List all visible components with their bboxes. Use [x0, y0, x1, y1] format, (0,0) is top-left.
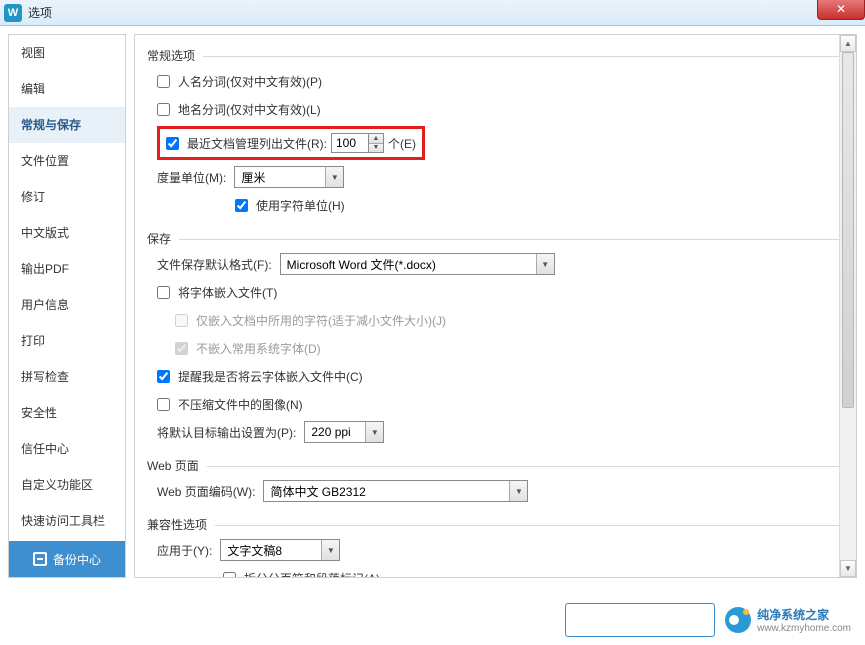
- window-titlebar: W 选项 ✕: [0, 0, 865, 26]
- sidebar: 视图 编辑 常规与保存 文件位置 修订 中文版式 输出PDF 用户信息 打印 拼…: [8, 34, 126, 578]
- spinner-up-icon[interactable]: ▲: [369, 134, 383, 144]
- label-target-output: 将默认目标输出设置为(P):: [157, 424, 296, 441]
- sidebar-item-file-location[interactable]: 文件位置: [9, 143, 125, 179]
- ok-button[interactable]: [565, 603, 715, 637]
- checkbox-split-marks[interactable]: [223, 572, 236, 578]
- select-apply-to[interactable]: 文字文稿8 ▼: [220, 539, 340, 561]
- label-place-seg[interactable]: 地名分词(仅对中文有效)(L): [178, 101, 321, 118]
- label-remind-cloud[interactable]: 提醒我是否将云字体嵌入文件中(C): [178, 368, 363, 385]
- section-save-title: 保存: [147, 232, 179, 246]
- scroll-track[interactable]: [840, 52, 856, 560]
- section-compat: 兼容性选项 应用于(Y): 文字文稿8 ▼ 拆分分页符和段落标记(A): [147, 516, 840, 577]
- watermark-logo-icon: [725, 607, 751, 633]
- select-target-output[interactable]: 220 ppi ▼: [304, 421, 384, 443]
- label-measure-unit: 度量单位(M):: [157, 169, 226, 186]
- section-web: Web 页面 Web 页面编码(W): 简体中文 GB2312 ▼: [147, 457, 840, 502]
- chevron-down-icon: ▼: [325, 167, 343, 187]
- label-recent-docs-unit: 个(E): [388, 135, 416, 152]
- checkbox-no-embed-sys: [175, 342, 188, 355]
- sidebar-item-security[interactable]: 安全性: [9, 395, 125, 431]
- select-measure-unit-value: 厘米: [235, 169, 325, 186]
- label-embed-only-used: 仅嵌入文档中所用的字符(适于减小文件大小)(J): [196, 312, 446, 329]
- sidebar-item-general-save[interactable]: 常规与保存: [9, 107, 125, 143]
- label-web-encoding: Web 页面编码(W):: [157, 483, 255, 500]
- sidebar-item-customize-ribbon[interactable]: 自定义功能区: [9, 467, 125, 503]
- label-char-unit[interactable]: 使用字符单位(H): [256, 197, 345, 214]
- backup-icon: [33, 552, 47, 566]
- chevron-down-icon: ▼: [536, 254, 554, 274]
- sidebar-item-edit[interactable]: 编辑: [9, 71, 125, 107]
- chevron-down-icon: ▼: [321, 540, 339, 560]
- label-name-seg[interactable]: 人名分词(仅对中文有效)(P): [178, 73, 322, 90]
- select-measure-unit[interactable]: 厘米 ▼: [234, 166, 344, 188]
- checkbox-char-unit[interactable]: [235, 199, 248, 212]
- section-general-title: 常规选项: [147, 49, 203, 63]
- window-title: 选项: [28, 4, 52, 21]
- scroll-thumb[interactable]: [842, 52, 854, 408]
- select-web-encoding-value: 简体中文 GB2312: [264, 483, 509, 500]
- chevron-down-icon: ▼: [509, 481, 527, 501]
- section-web-title: Web 页面: [147, 459, 207, 473]
- backup-label: 备份中心: [53, 551, 101, 568]
- select-apply-to-value: 文字文稿8: [221, 542, 321, 559]
- spinner-down-icon[interactable]: ▼: [369, 144, 383, 153]
- sidebar-item-trust-center[interactable]: 信任中心: [9, 431, 125, 467]
- label-split-marks[interactable]: 拆分分页符和段落标记(A): [244, 570, 380, 578]
- select-default-format-value: Microsoft Word 文件(*.docx): [281, 256, 536, 273]
- scroll-down-button[interactable]: ▼: [840, 560, 856, 577]
- checkbox-embed-only-used: [175, 314, 188, 327]
- backup-center-button[interactable]: 备份中心: [9, 541, 125, 577]
- watermark: 纯净系统之家 www.kzmyhome.com: [725, 606, 851, 634]
- watermark-url: www.kzmyhome.com: [757, 623, 851, 634]
- select-web-encoding[interactable]: 简体中文 GB2312 ▼: [263, 480, 528, 502]
- app-icon: W: [4, 4, 22, 22]
- select-target-output-value: 220 ppi: [305, 425, 365, 439]
- select-default-format[interactable]: Microsoft Word 文件(*.docx) ▼: [280, 253, 555, 275]
- chevron-down-icon: ▼: [365, 422, 383, 442]
- watermark-brand: 纯净系统之家: [757, 608, 829, 622]
- label-default-format: 文件保存默认格式(F):: [157, 256, 272, 273]
- sidebar-item-revision[interactable]: 修订: [9, 179, 125, 215]
- label-no-embed-sys: 不嵌入常用系统字体(D): [196, 340, 321, 357]
- close-button[interactable]: ✕: [817, 0, 865, 20]
- checkbox-name-seg[interactable]: [157, 75, 170, 88]
- sidebar-item-chinese-layout[interactable]: 中文版式: [9, 215, 125, 251]
- sidebar-item-output-pdf[interactable]: 输出PDF: [9, 251, 125, 287]
- input-recent-docs[interactable]: [332, 134, 368, 152]
- footer: 纯净系统之家 www.kzmyhome.com: [565, 603, 851, 637]
- checkbox-recent-docs[interactable]: [166, 137, 179, 150]
- content-panel: 常规选项 人名分词(仅对中文有效)(P) 地名分词(仅对中文有效)(L) 最近文…: [134, 34, 857, 578]
- label-no-compress-img[interactable]: 不压缩文件中的图像(N): [178, 396, 303, 413]
- label-embed-fonts[interactable]: 将字体嵌入文件(T): [178, 284, 277, 301]
- sidebar-item-user-info[interactable]: 用户信息: [9, 287, 125, 323]
- label-apply-to: 应用于(Y):: [157, 542, 212, 559]
- checkbox-embed-fonts[interactable]: [157, 286, 170, 299]
- checkbox-remind-cloud[interactable]: [157, 370, 170, 383]
- checkbox-place-seg[interactable]: [157, 103, 170, 116]
- checkbox-no-compress-img[interactable]: [157, 398, 170, 411]
- sidebar-item-view[interactable]: 视图: [9, 35, 125, 71]
- sidebar-item-print[interactable]: 打印: [9, 323, 125, 359]
- section-save: 保存 文件保存默认格式(F): Microsoft Word 文件(*.docx…: [147, 230, 840, 443]
- vertical-scrollbar[interactable]: ▲ ▼: [839, 35, 856, 577]
- close-icon: ✕: [836, 2, 846, 16]
- section-general: 常规选项 人名分词(仅对中文有效)(P) 地名分词(仅对中文有效)(L) 最近文…: [147, 47, 840, 216]
- spinner-recent-docs[interactable]: ▲ ▼: [331, 133, 384, 153]
- sidebar-item-spellcheck[interactable]: 拼写检查: [9, 359, 125, 395]
- sidebar-item-quick-access[interactable]: 快速访问工具栏: [9, 503, 125, 539]
- scroll-up-button[interactable]: ▲: [840, 35, 856, 52]
- highlight-recent-docs: 最近文档管理列出文件(R): ▲ ▼ 个(E): [157, 126, 425, 160]
- label-recent-docs[interactable]: 最近文档管理列出文件(R):: [187, 135, 327, 152]
- section-compat-title: 兼容性选项: [147, 518, 215, 532]
